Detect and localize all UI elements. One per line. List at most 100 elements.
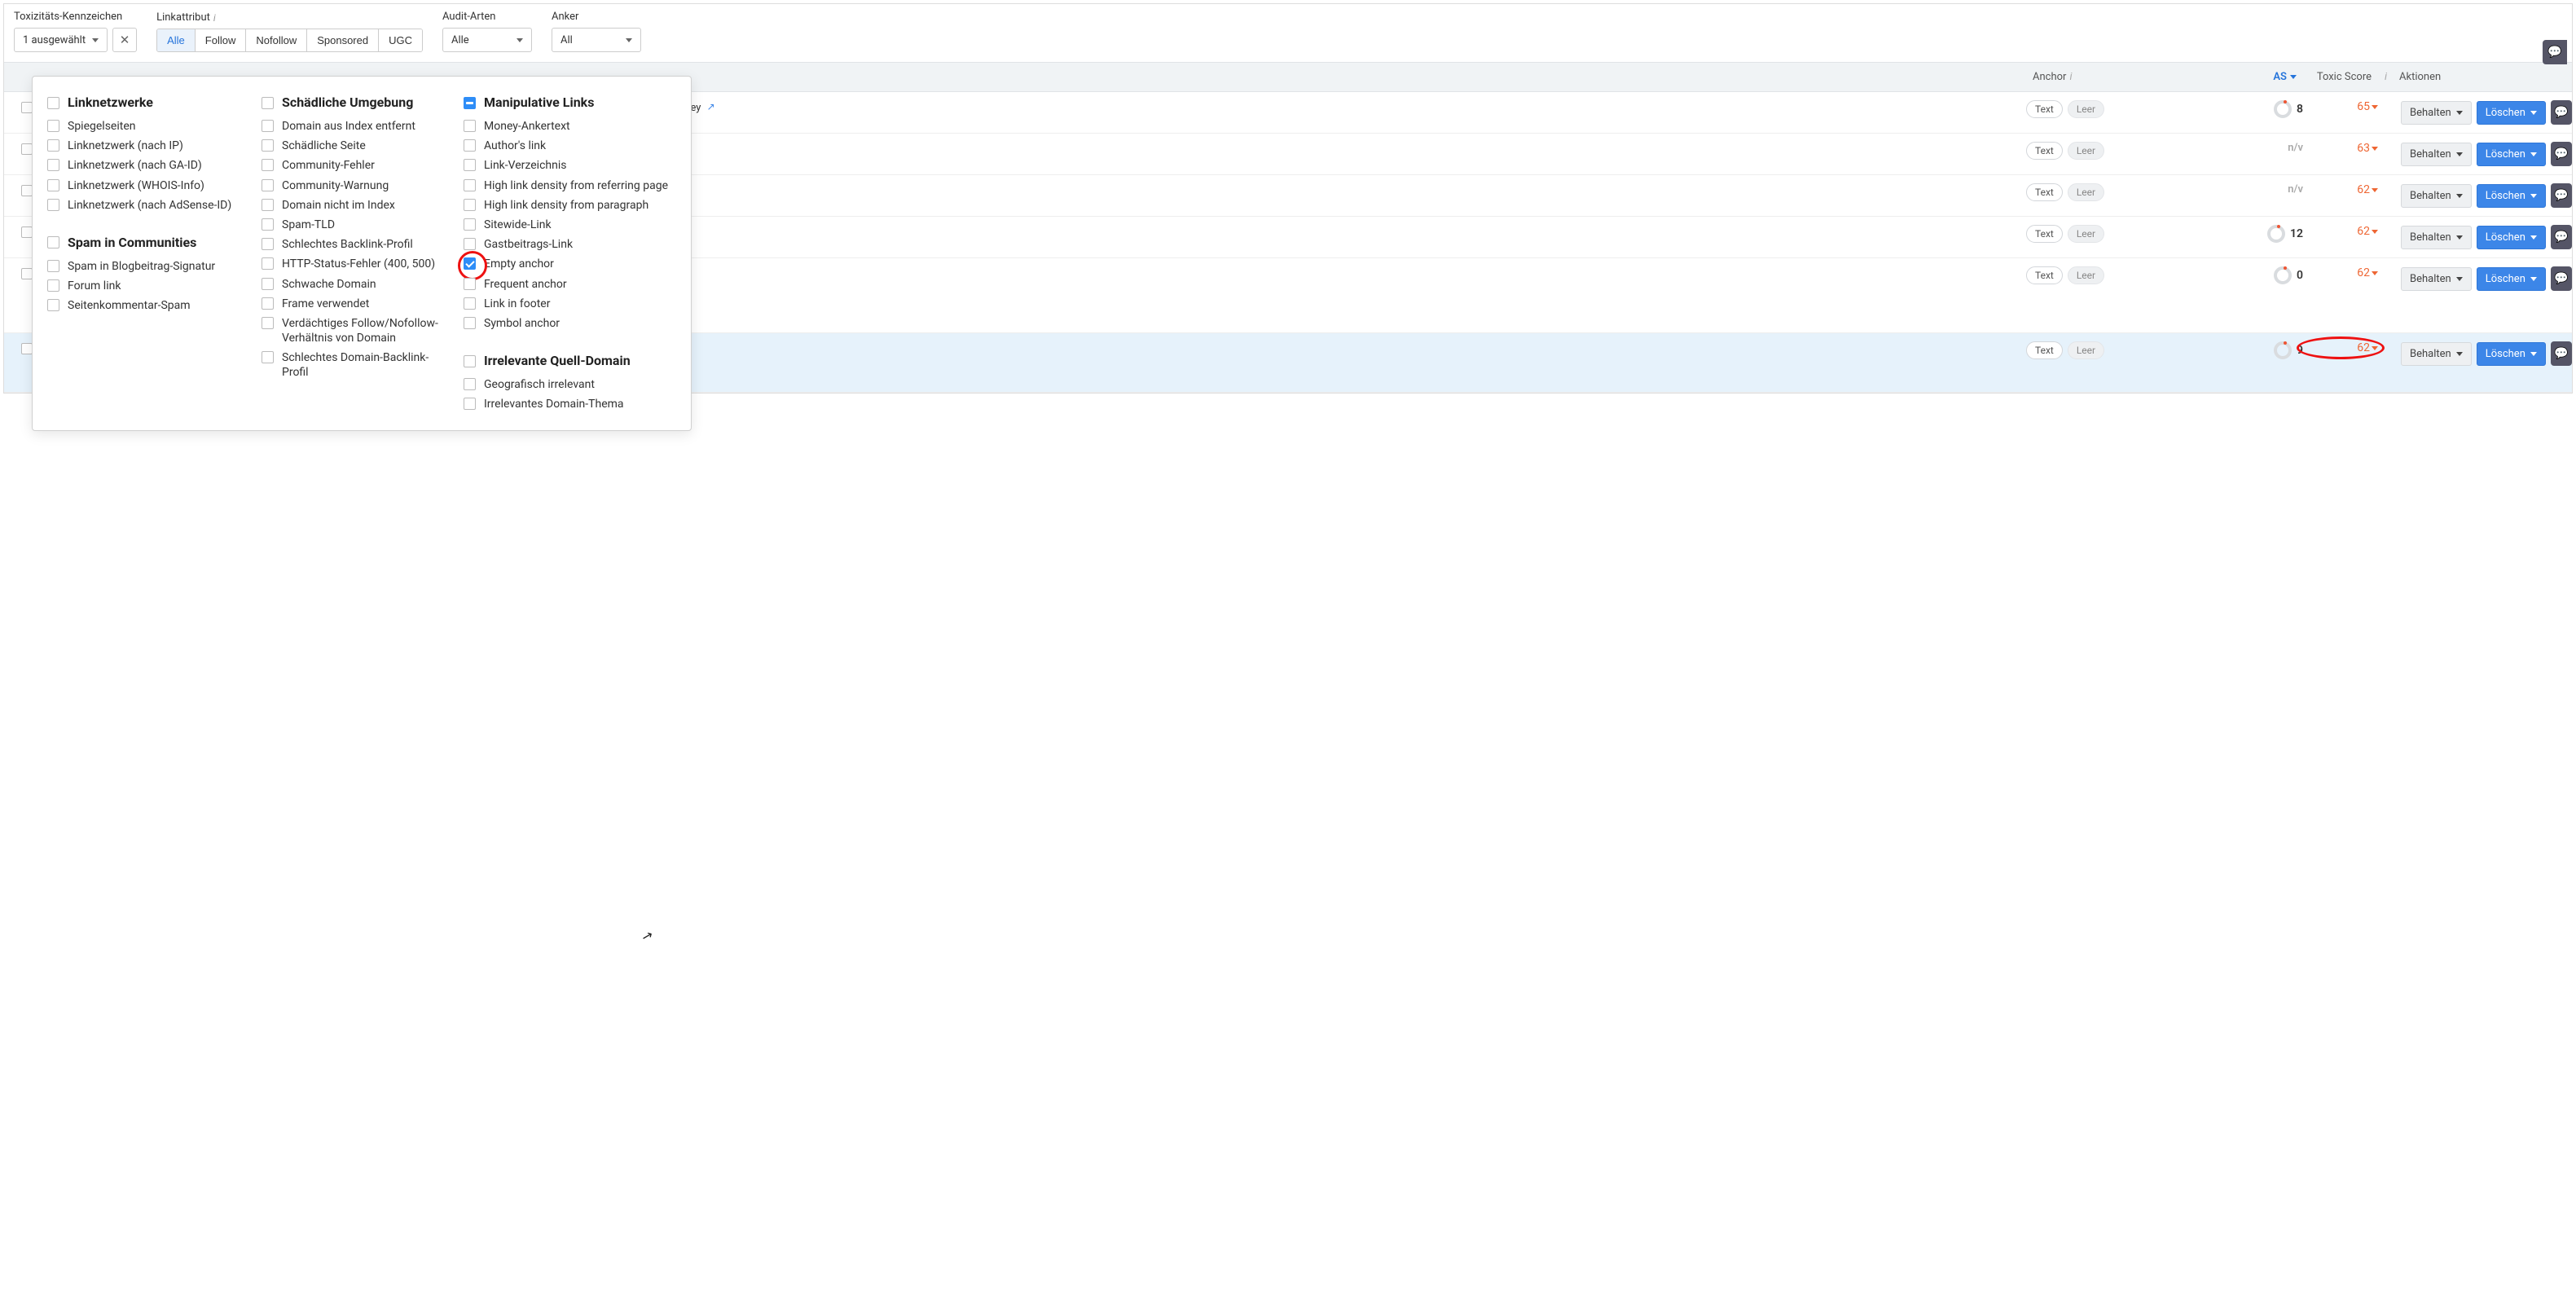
option-checkbox[interactable] <box>464 120 476 132</box>
filter-option[interactable]: Schädliche Seite <box>262 136 449 156</box>
anker-dropdown[interactable]: All <box>552 28 641 52</box>
filter-option[interactable]: Author's link <box>464 136 675 156</box>
group-checkbox[interactable] <box>262 97 274 109</box>
filter-option[interactable]: Seitenkommentar-Spam <box>47 296 247 315</box>
filter-option[interactable]: Linknetzwerk (WHOIS-Info) <box>47 176 247 196</box>
filter-option[interactable]: Schlechtes Backlink-Profil <box>262 235 449 254</box>
linkattr-sponsored[interactable]: Sponsored <box>307 29 379 51</box>
option-checkbox[interactable] <box>464 159 476 171</box>
row-checkbox[interactable] <box>21 185 33 196</box>
option-checkbox[interactable] <box>262 218 274 231</box>
option-checkbox[interactable] <box>47 159 59 171</box>
toxic-score[interactable]: 65 <box>2303 100 2378 113</box>
option-checkbox[interactable] <box>464 378 476 390</box>
feedback-button[interactable]: 💬 <box>2543 40 2567 64</box>
filter-option[interactable]: Domain aus Index entfernt <box>262 117 449 136</box>
comment-button[interactable]: 💬 <box>2551 225 2572 249</box>
row-checkbox[interactable] <box>21 102 33 113</box>
option-checkbox[interactable] <box>47 199 59 211</box>
option-checkbox[interactable] <box>464 317 476 329</box>
filter-option[interactable]: Schlechtes Domain-Backlink-Profil <box>262 348 449 382</box>
delete-button[interactable]: Löschen <box>2477 143 2546 166</box>
delete-button[interactable]: Löschen <box>2477 101 2546 125</box>
row-checkbox[interactable] <box>21 226 33 238</box>
toxic-score[interactable]: 62 <box>2303 183 2378 196</box>
filter-option[interactable]: Spiegelseiten <box>47 117 247 136</box>
option-checkbox[interactable] <box>464 238 476 250</box>
filter-option[interactable]: Link-Verzeichnis <box>464 156 675 175</box>
keep-button[interactable]: Behalten <box>2401 342 2472 366</box>
filter-option[interactable]: Sitewide-Link <box>464 215 675 235</box>
row-checkbox[interactable] <box>21 143 33 155</box>
option-checkbox[interactable] <box>47 139 59 152</box>
filter-option[interactable]: Money-Ankertext <box>464 117 675 136</box>
option-checkbox[interactable] <box>262 257 274 270</box>
filter-option[interactable]: Linknetzwerk (nach IP) <box>47 136 247 156</box>
comment-button[interactable]: 💬 <box>2551 100 2572 125</box>
filter-option[interactable]: Spam-TLD <box>262 215 449 235</box>
option-checkbox[interactable] <box>464 398 476 410</box>
option-checkbox[interactable] <box>262 317 274 329</box>
keep-button[interactable]: Behalten <box>2401 143 2472 166</box>
filter-option[interactable]: High link density from referring page <box>464 176 675 196</box>
keep-button[interactable]: Behalten <box>2401 184 2472 208</box>
filter-option[interactable]: Community-Fehler <box>262 156 449 175</box>
comment-button[interactable]: 💬 <box>2551 341 2572 366</box>
external-link-icon[interactable]: ↗ <box>707 101 715 112</box>
filter-option[interactable]: Forum link <box>47 276 247 296</box>
option-checkbox[interactable] <box>464 179 476 191</box>
option-checkbox[interactable] <box>47 299 59 311</box>
group-checkbox[interactable] <box>47 97 59 109</box>
filter-option[interactable]: Frame verwendet <box>262 294 449 314</box>
option-checkbox[interactable] <box>464 139 476 152</box>
filter-option[interactable]: Domain nicht im Index <box>262 196 449 215</box>
toxic-score[interactable]: 62 <box>2303 341 2378 354</box>
filter-option[interactable]: Empty anchor <box>464 254 675 274</box>
comment-button[interactable]: 💬 <box>2551 266 2572 291</box>
keep-button[interactable]: Behalten <box>2401 226 2472 249</box>
group-checkbox[interactable] <box>464 97 476 109</box>
option-checkbox[interactable] <box>47 260 59 272</box>
toxicity-dropdown[interactable]: 1 ausgewählt <box>14 28 108 52</box>
filter-option[interactable]: HTTP-Status-Fehler (400, 500) <box>262 254 449 274</box>
option-checkbox[interactable] <box>262 351 274 363</box>
delete-button[interactable]: Löschen <box>2477 184 2546 208</box>
option-checkbox[interactable] <box>262 297 274 310</box>
option-checkbox[interactable] <box>262 278 274 290</box>
audit-dropdown[interactable]: Alle <box>442 28 532 52</box>
filter-option[interactable]: Schwache Domain <box>262 275 449 294</box>
linkattr-nofollow[interactable]: Nofollow <box>246 29 307 51</box>
delete-button[interactable]: Löschen <box>2477 342 2546 366</box>
linkattr-ugc[interactable]: UGC <box>379 29 422 51</box>
option-checkbox[interactable] <box>464 199 476 211</box>
filter-option[interactable]: Linknetzwerk (nach AdSense-ID) <box>47 196 247 215</box>
filter-option[interactable]: Link in footer <box>464 294 675 314</box>
delete-button[interactable]: Löschen <box>2477 226 2546 249</box>
option-checkbox[interactable] <box>464 218 476 231</box>
option-checkbox[interactable] <box>262 199 274 211</box>
option-checkbox[interactable] <box>262 159 274 171</box>
toxic-score[interactable]: 62 <box>2303 266 2378 279</box>
option-checkbox[interactable] <box>47 279 59 292</box>
filter-option[interactable]: Community-Warnung <box>262 176 449 196</box>
filter-option[interactable]: Spam in Blogbeitrag-Signatur <box>47 257 247 276</box>
linkattr-follow[interactable]: Follow <box>196 29 247 51</box>
toxic-score[interactable]: 63 <box>2303 142 2378 155</box>
filter-option[interactable]: Frequent anchor <box>464 275 675 294</box>
filter-option[interactable]: Gastbeitrags-Link <box>464 235 675 254</box>
toxic-score[interactable]: 62 <box>2303 225 2378 238</box>
delete-button[interactable]: Löschen <box>2477 267 2546 291</box>
clear-toxicity-button[interactable]: ✕ <box>112 28 137 52</box>
option-checkbox[interactable] <box>262 120 274 132</box>
keep-button[interactable]: Behalten <box>2401 101 2472 125</box>
linkattr-alle[interactable]: Alle <box>157 29 196 51</box>
option-checkbox[interactable] <box>47 120 59 132</box>
filter-option[interactable]: Linknetzwerk (nach GA-ID) <box>47 156 247 175</box>
option-checkbox[interactable] <box>262 179 274 191</box>
option-checkbox[interactable] <box>262 139 274 152</box>
option-checkbox[interactable] <box>47 179 59 191</box>
row-checkbox[interactable] <box>21 268 33 279</box>
filter-option[interactable]: Geografisch irrelevant <box>464 375 675 394</box>
comment-button[interactable]: 💬 <box>2551 183 2572 208</box>
option-checkbox[interactable] <box>464 257 476 270</box>
